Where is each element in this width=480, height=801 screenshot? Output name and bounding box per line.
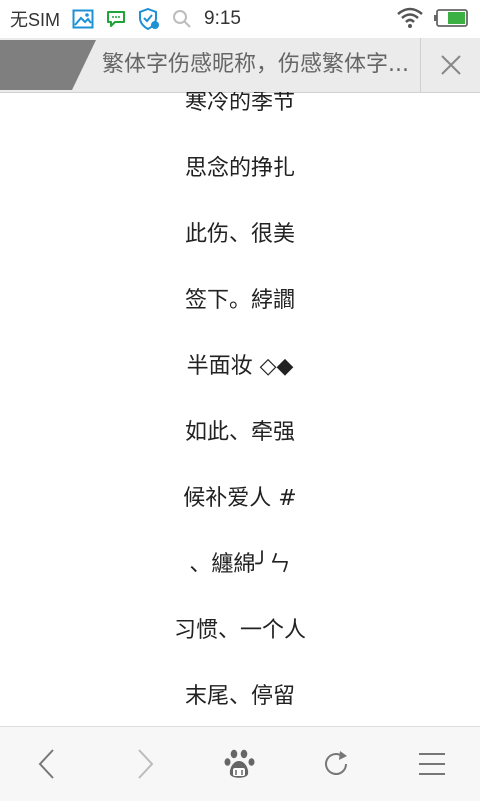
close-icon (440, 55, 461, 75)
image-icon (72, 9, 94, 29)
list-item: 寒冷的季节 (184, 92, 295, 115)
list-item: 半面妆 ◇◆ (186, 354, 294, 379)
list-item: 此伤、很美 (184, 222, 295, 247)
close-button[interactable] (421, 38, 480, 92)
wifi-icon (396, 7, 424, 34)
list-item: 、纏綿╯ㄣ (189, 552, 291, 577)
forward-icon (138, 749, 154, 779)
forward-button[interactable] (114, 734, 174, 794)
menu-button[interactable] (402, 734, 462, 794)
baidu-paw-icon (224, 749, 255, 778)
list-item: 签下。綍讇 (184, 288, 295, 313)
page-title[interactable]: 繁体字伤感昵称，伤感繁体字... (102, 38, 414, 92)
search-icon (172, 9, 192, 29)
refresh-button[interactable] (306, 734, 366, 794)
battery-icon (434, 8, 468, 33)
shield-icon (138, 8, 160, 30)
status-bar: 无SIM 9:15 (0, 0, 480, 38)
bottom-toolbar (0, 726, 480, 801)
menu-icon (419, 753, 445, 775)
message-icon (106, 9, 126, 29)
list-item: 如此、牵强 (184, 420, 295, 445)
refresh-icon (325, 751, 347, 775)
list-item: 候补爱人 # (183, 486, 297, 511)
nickname-list[interactable]: 寒冷的季节 思念的挣扎 此伤、很美 签下。綍讇 半面妆 ◇◆ 如此、牵强 候补爱… (0, 92, 480, 726)
clock: 9:15 (204, 8, 241, 29)
back-button[interactable] (18, 734, 78, 794)
list-item: 思念的挣扎 (184, 156, 295, 181)
back-icon (38, 749, 54, 779)
carrier-label: 无SIM (10, 10, 61, 30)
list-item: 末尾、停留 (184, 684, 295, 709)
tab-indicator[interactable] (0, 38, 96, 92)
title-bar: 繁体字伤感昵称，伤感繁体字... (0, 38, 480, 93)
baidu-button[interactable] (210, 734, 270, 794)
list-item: 习惯、一个人 (173, 618, 306, 643)
